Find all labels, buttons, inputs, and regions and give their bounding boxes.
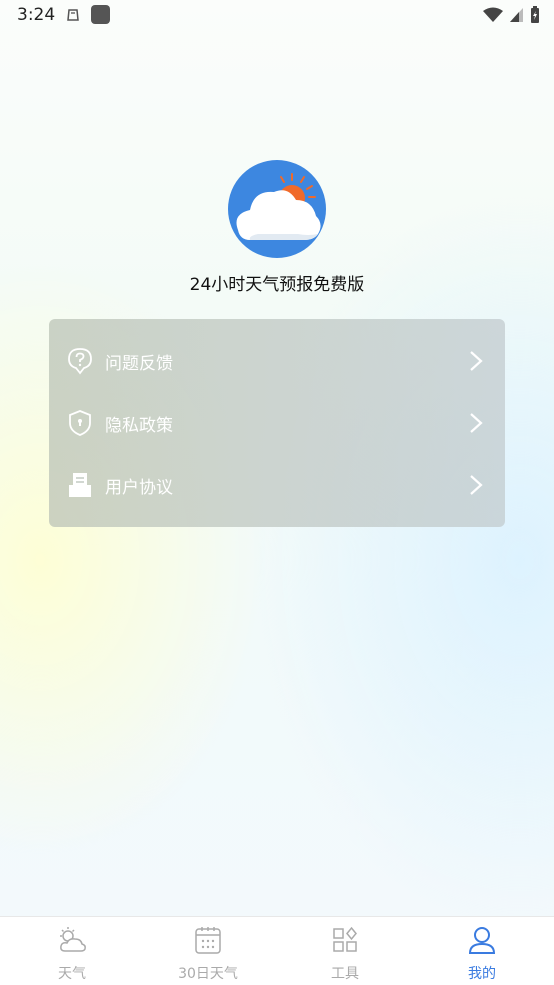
app-name: 24小时天气预报免费版 (189, 275, 365, 295)
app-logo (228, 160, 326, 258)
bottom-tab-bar: 天气 30日天气 工具 我的 (0, 916, 554, 985)
tab-30day-weather[interactable]: 30日天气 (168, 917, 248, 985)
signal-icon (510, 8, 523, 22)
menu-label-feedback: 问题反馈 (105, 353, 173, 374)
tab-label-30day-weather: 30日天气 (178, 966, 238, 982)
tab-label-tools: 工具 (331, 966, 359, 982)
battery-icon (531, 6, 539, 23)
shield-icon (67, 410, 93, 436)
menu-label-agreement: 用户协议 (105, 477, 173, 498)
calendar-icon (195, 927, 221, 954)
profile-icon (468, 927, 496, 954)
wifi-icon (483, 7, 503, 22)
weather-icon (60, 927, 86, 952)
menu-item-agreement[interactable]: 用户协议 (49, 454, 505, 516)
chevron-right-icon (470, 413, 483, 433)
notification-icon (67, 9, 79, 21)
status-time: 3:24 (17, 5, 56, 25)
status-bar: 3:24 (0, 0, 554, 30)
chevron-right-icon (470, 351, 483, 371)
document-icon (67, 472, 93, 498)
tab-weather[interactable]: 天气 (32, 917, 112, 985)
menu-label-privacy: 隐私政策 (105, 415, 173, 436)
menu-card: 问题反馈 隐私政策 用户协议 (49, 319, 505, 527)
tab-label-profile: 我的 (468, 966, 496, 982)
menu-item-feedback[interactable]: 问题反馈 (49, 330, 505, 392)
tab-label-weather: 天气 (58, 966, 86, 982)
menu-item-privacy[interactable]: 隐私政策 (49, 392, 505, 454)
question-icon (67, 348, 93, 375)
chevron-right-icon (470, 475, 483, 495)
app-notification-icon (91, 5, 110, 24)
cloud-sun-icon (236, 173, 321, 240)
tab-tools[interactable]: 工具 (305, 917, 385, 985)
tab-profile[interactable]: 我的 (442, 917, 522, 985)
tools-icon (333, 926, 357, 952)
status-indicators (483, 6, 540, 24)
